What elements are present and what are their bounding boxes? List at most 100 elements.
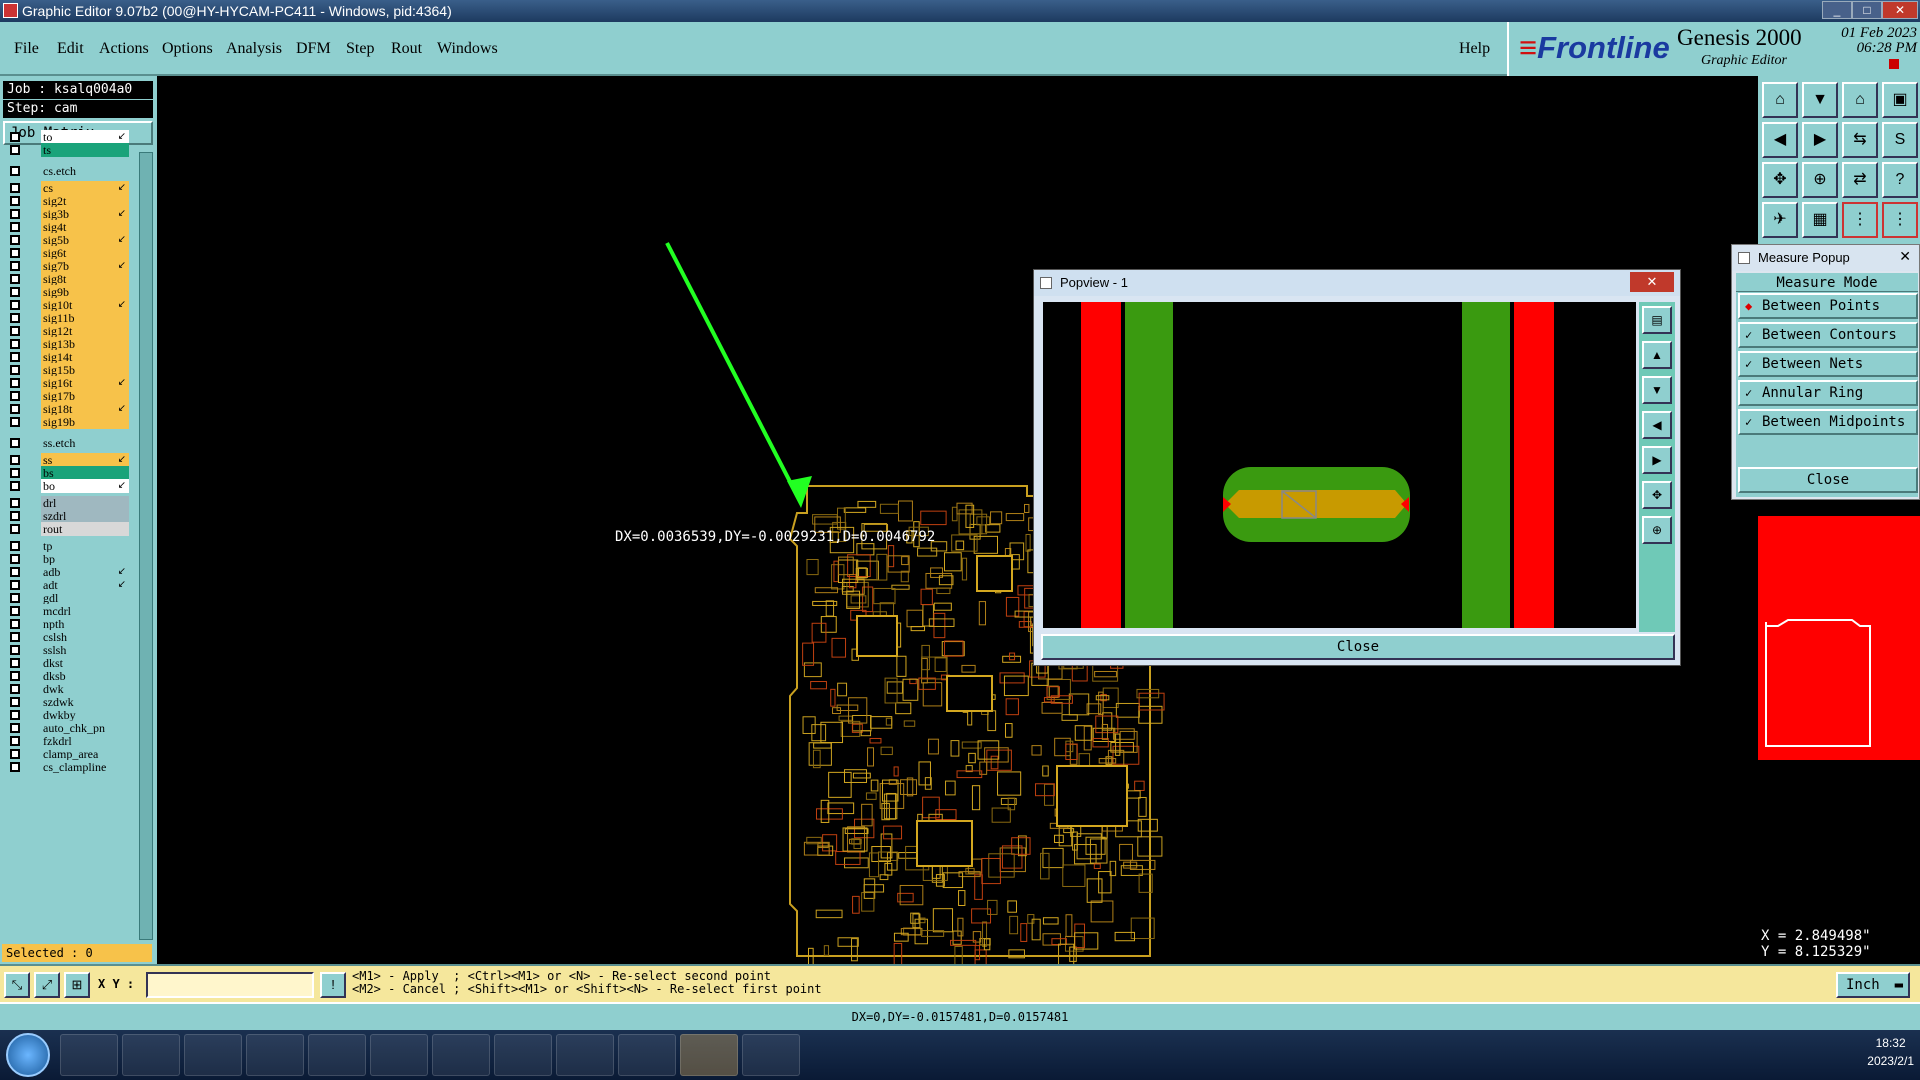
measure-icon[interactable]: ⤢ [34, 972, 60, 998]
layer-checkbox[interactable] [10, 593, 20, 603]
tool-house-icon[interactable]: ⌂ [1842, 82, 1878, 118]
layer-checkbox[interactable] [10, 524, 20, 534]
measure-annular-ring[interactable]: ✓ Annular Ring [1738, 380, 1918, 406]
layer-name[interactable]: sig10t ↙ [41, 298, 129, 312]
layer-row[interactable]: sig15b [7, 363, 129, 377]
layer-checkbox[interactable] [10, 567, 20, 577]
layer-row[interactable]: fzkdrl [7, 734, 129, 748]
layer-checkbox[interactable] [10, 455, 20, 465]
layer-checkbox[interactable] [10, 404, 20, 414]
measure-between-points[interactable]: ◆ Between Points [1738, 293, 1918, 319]
layer-checkbox[interactable] [10, 209, 20, 219]
layer-name[interactable]: gdl [41, 591, 129, 605]
layer-name[interactable]: sig19b [41, 415, 129, 429]
layer-checkbox[interactable] [10, 468, 20, 478]
layer-checkbox[interactable] [10, 554, 20, 564]
menu-rout[interactable]: Rout [391, 40, 422, 58]
layer-row[interactable]: rout [7, 522, 129, 536]
layer-row[interactable]: bp [7, 552, 129, 566]
layer-row[interactable]: cs.etch [7, 164, 129, 178]
layer-name[interactable]: ss.etch [41, 436, 129, 450]
layer-name[interactable]: fzkdrl [41, 734, 129, 748]
taskbar-foxit-icon[interactable] [184, 1034, 242, 1076]
layer-checkbox[interactable] [10, 417, 20, 427]
layer-name[interactable]: sig3b ↙ [41, 207, 129, 221]
layer-row[interactable]: sig8t [7, 272, 129, 286]
layer-checkbox[interactable] [10, 736, 20, 746]
layer-name[interactable]: sig5b ↙ [41, 233, 129, 247]
layer-row[interactable]: drl [7, 496, 129, 510]
taskbar-eye-icon[interactable] [618, 1034, 676, 1076]
layer-row[interactable]: sig11b [7, 311, 129, 325]
measure-between-contours[interactable]: ✓ Between Contours [1738, 322, 1918, 348]
layer-row[interactable]: cslsh [7, 630, 129, 644]
layer-name[interactable]: sig13b [41, 337, 129, 351]
layer-row[interactable]: sig6t [7, 246, 129, 260]
tool-grid-icon[interactable]: ▦ [1802, 202, 1838, 238]
menu-edit[interactable]: Edit [57, 40, 84, 58]
taskbar-project-icon[interactable] [370, 1034, 428, 1076]
layer-row[interactable]: ts [7, 143, 129, 157]
layer-checkbox[interactable] [10, 498, 20, 508]
layer-row[interactable]: sig14t [7, 350, 129, 364]
layer-row[interactable]: szdwk [7, 695, 129, 709]
layer-list-scrollbar[interactable] [139, 152, 153, 940]
layer-name[interactable]: cs_clampline [41, 760, 129, 774]
menu-actions[interactable]: Actions [99, 40, 149, 58]
popview-close-button[interactable]: Close [1041, 634, 1675, 660]
layer-checkbox[interactable] [10, 511, 20, 521]
layer-name[interactable]: sig7b ↙ [41, 259, 129, 273]
layer-row[interactable]: to ↙ [7, 130, 129, 144]
layer-name[interactable]: bs [41, 466, 129, 480]
tool-fit-icon[interactable]: ✥ [1762, 162, 1798, 198]
layer-row[interactable]: sig18t ↙ [7, 402, 129, 416]
tool-left-icon[interactable]: ◀ [1762, 122, 1798, 158]
layer-name[interactable]: drl [41, 496, 129, 510]
tool-scale-icon[interactable]: ⇄ [1842, 162, 1878, 198]
layer-checkbox[interactable] [10, 235, 20, 245]
layer-name[interactable]: rout [41, 522, 129, 536]
taskbar-genesis-icon[interactable] [680, 1034, 738, 1076]
unit-selector[interactable]: Inch ▬ [1836, 972, 1910, 998]
menu-file[interactable]: File [14, 40, 39, 58]
layer-checkbox[interactable] [10, 132, 20, 142]
pv-tool-7-icon[interactable]: ⊕ [1642, 516, 1672, 544]
layer-name[interactable]: cs.etch [41, 164, 129, 178]
layer-checkbox[interactable] [10, 183, 20, 193]
layer-name[interactable]: to ↙ [41, 130, 129, 144]
popview-close-icon[interactable]: ✕ [1630, 272, 1674, 292]
layer-row[interactable]: sig2t [7, 194, 129, 208]
tool-home-icon[interactable]: ⌂ [1762, 82, 1798, 118]
tool-down-icon[interactable]: ▼ [1802, 82, 1838, 118]
menu-options[interactable]: Options [162, 40, 213, 58]
layer-row[interactable]: cs ↙ [7, 181, 129, 195]
layer-row[interactable]: gdl [7, 591, 129, 605]
layer-checkbox[interactable] [10, 287, 20, 297]
layer-row[interactable]: sig17b [7, 389, 129, 403]
menu-dfm[interactable]: DFM [296, 40, 331, 58]
layer-row[interactable]: tp [7, 539, 129, 553]
measure-close-icon[interactable]: ✕ [1899, 248, 1911, 265]
layer-row[interactable]: sig16t ↙ [7, 376, 129, 390]
layer-name[interactable]: sslsh [41, 643, 129, 657]
layer-checkbox[interactable] [10, 619, 20, 629]
pv-tool-5-icon[interactable]: ▶ [1642, 446, 1672, 474]
menu-help[interactable]: Help [1459, 40, 1490, 58]
layer-row[interactable]: cs_clampline [7, 760, 129, 774]
layer-name[interactable]: ts [41, 143, 129, 157]
layer-row[interactable]: adt ↙ [7, 578, 129, 592]
layer-row[interactable]: sig3b ↙ [7, 207, 129, 221]
layer-row[interactable]: dkst [7, 656, 129, 670]
layer-checkbox[interactable] [10, 222, 20, 232]
layer-row[interactable]: sig10t ↙ [7, 298, 129, 312]
grid-snap-icon[interactable]: ⊞ [64, 972, 90, 998]
layer-checkbox[interactable] [10, 196, 20, 206]
layer-name[interactable]: dwk [41, 682, 129, 696]
taskbar-save-icon[interactable] [246, 1034, 304, 1076]
layer-row[interactable]: ss ↙ [7, 453, 129, 467]
tool-layer2-icon[interactable]: ⋮ [1882, 202, 1918, 238]
layer-name[interactable]: szdwk [41, 695, 129, 709]
layer-name[interactable]: dkst [41, 656, 129, 670]
layer-name[interactable]: sig16t ↙ [41, 376, 129, 390]
layer-checkbox[interactable] [10, 684, 20, 694]
